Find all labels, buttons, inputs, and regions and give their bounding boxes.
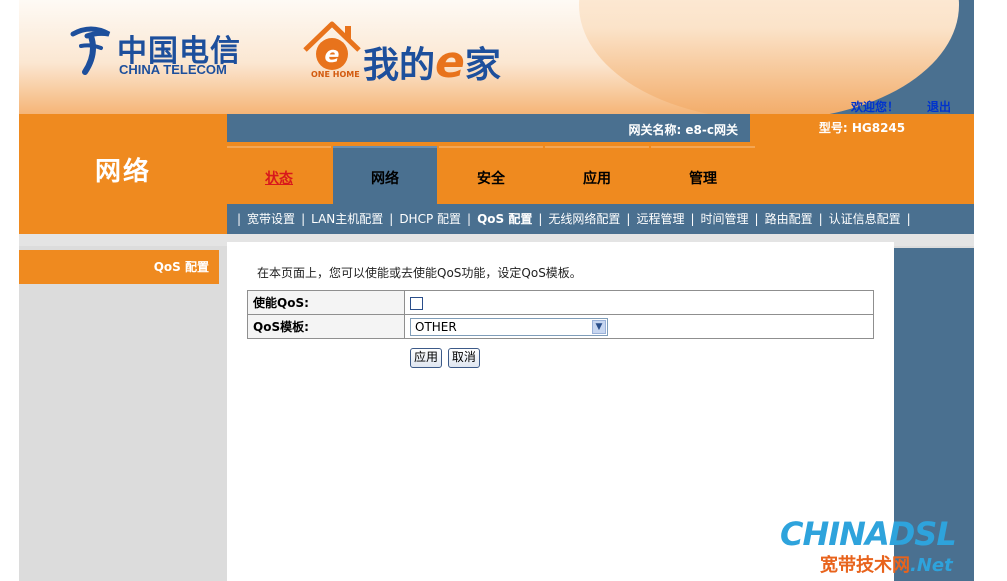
- logout-link[interactable]: 退出: [927, 98, 951, 114]
- enable-qos-cell: [404, 290, 874, 315]
- main-tabs: 状态 网络 安全 应用 管理: [227, 142, 974, 206]
- subnav-sep: |: [301, 212, 306, 226]
- watermark-top: CHINADSL: [780, 515, 957, 553]
- subnav-remote[interactable]: 远程管理: [636, 212, 684, 226]
- table-row: 使能QoS:: [247, 290, 874, 315]
- subnav-sep: |: [626, 212, 631, 226]
- telecom-mark-icon: [70, 26, 111, 75]
- subnav-sep: |: [538, 212, 543, 226]
- tab-management[interactable]: 管理: [651, 146, 755, 206]
- subnav-lan-host[interactable]: LAN主机配置: [311, 212, 383, 226]
- gateway-name: 网关名称: e8-c网关: [628, 123, 738, 137]
- watermark-bottom: 宽带技术网.Net: [820, 551, 953, 577]
- my-ehome-logo: e ONE HOME 我的e家: [301, 20, 541, 90]
- tab-status[interactable]: 状态: [227, 146, 331, 206]
- watermark-logo: CHINADSL 宽带技术网.Net: [780, 515, 1000, 581]
- china-telecom-logo: 中国电信 CHINA TELECOM: [67, 24, 267, 84]
- enable-qos-checkbox[interactable]: [410, 297, 423, 310]
- subnav-sep: |: [754, 212, 759, 226]
- subnav-time[interactable]: 时间管理: [701, 212, 749, 226]
- qos-template-select[interactable]: OTHER ▼: [410, 317, 608, 336]
- subnav-qos[interactable]: QoS 配置: [477, 212, 532, 226]
- qos-template-label: QoS模板:: [247, 314, 405, 339]
- tab-status-label: 状态: [265, 171, 293, 187]
- table-row: QoS模板: OTHER ▼: [247, 314, 874, 339]
- ehome-pre: 我的: [363, 44, 436, 86]
- qos-template-cell: OTHER ▼: [404, 314, 874, 339]
- qos-config-table: 使能QoS: QoS模板: OTHER ▼: [247, 290, 874, 339]
- subnav-broadband[interactable]: 宽带设置: [247, 212, 295, 226]
- section-title: 网络: [19, 114, 227, 234]
- qos-template-value: OTHER: [415, 319, 457, 334]
- svg-text:e: e: [325, 43, 340, 68]
- apply-button[interactable]: 应用: [410, 348, 443, 368]
- model-label: 型号: HG8245: [750, 114, 974, 142]
- header-banner: 中国电信 CHINA TELECOM e ONE HOME 我的e家 欢迎您！ …: [19, 0, 974, 114]
- ehome-post: 家: [464, 44, 501, 86]
- subnav-wireless[interactable]: 无线网络配置: [548, 212, 620, 226]
- gateway-info-bar: 网关名称: e8-c网关: [227, 114, 750, 142]
- tab-network[interactable]: 网络: [333, 146, 437, 206]
- sub-navigation: | 宽带设置 | LAN主机配置 | DHCP 配置 | QoS 配置 | 无线网络配置 | 远程管理…: [227, 204, 974, 234]
- subnav-auth[interactable]: 认证信息配置: [829, 212, 901, 226]
- subnav-sep: |: [389, 212, 394, 226]
- subnav-sep: |: [237, 212, 242, 226]
- cancel-button[interactable]: 取消: [447, 348, 480, 368]
- subnav-sep: |: [467, 212, 472, 226]
- brand-en: CHINA TELECOM: [119, 62, 227, 77]
- sidebar-item-qos[interactable]: QoS 配置: [19, 250, 219, 284]
- ehome-sub: ONE HOME: [311, 70, 360, 79]
- chevron-down-icon[interactable]: ▼: [592, 319, 606, 334]
- enable-qos-label: 使能QoS:: [247, 290, 405, 315]
- action-buttons: 应用 取消: [410, 348, 482, 368]
- subnav-dhcp[interactable]: DHCP 配置: [399, 212, 461, 226]
- subnav-sep: |: [906, 212, 911, 226]
- ehome-e: e: [435, 37, 465, 88]
- tab-application[interactable]: 应用: [545, 146, 649, 206]
- welcome-text: 欢迎您！: [851, 100, 900, 114]
- subnav-sep: |: [690, 212, 695, 226]
- subnav-sep: |: [818, 212, 823, 226]
- subnav-routing[interactable]: 路由配置: [765, 212, 813, 226]
- watermark-net: .Net: [910, 555, 953, 576]
- watermark-cn: 宽带技术网: [820, 555, 910, 576]
- tab-security[interactable]: 安全: [439, 146, 543, 206]
- page-description: 在本页面上，您可以使能或去使能QoS功能，设定QoS模板。: [257, 266, 582, 280]
- ehome-title: 我的e家: [363, 36, 501, 88]
